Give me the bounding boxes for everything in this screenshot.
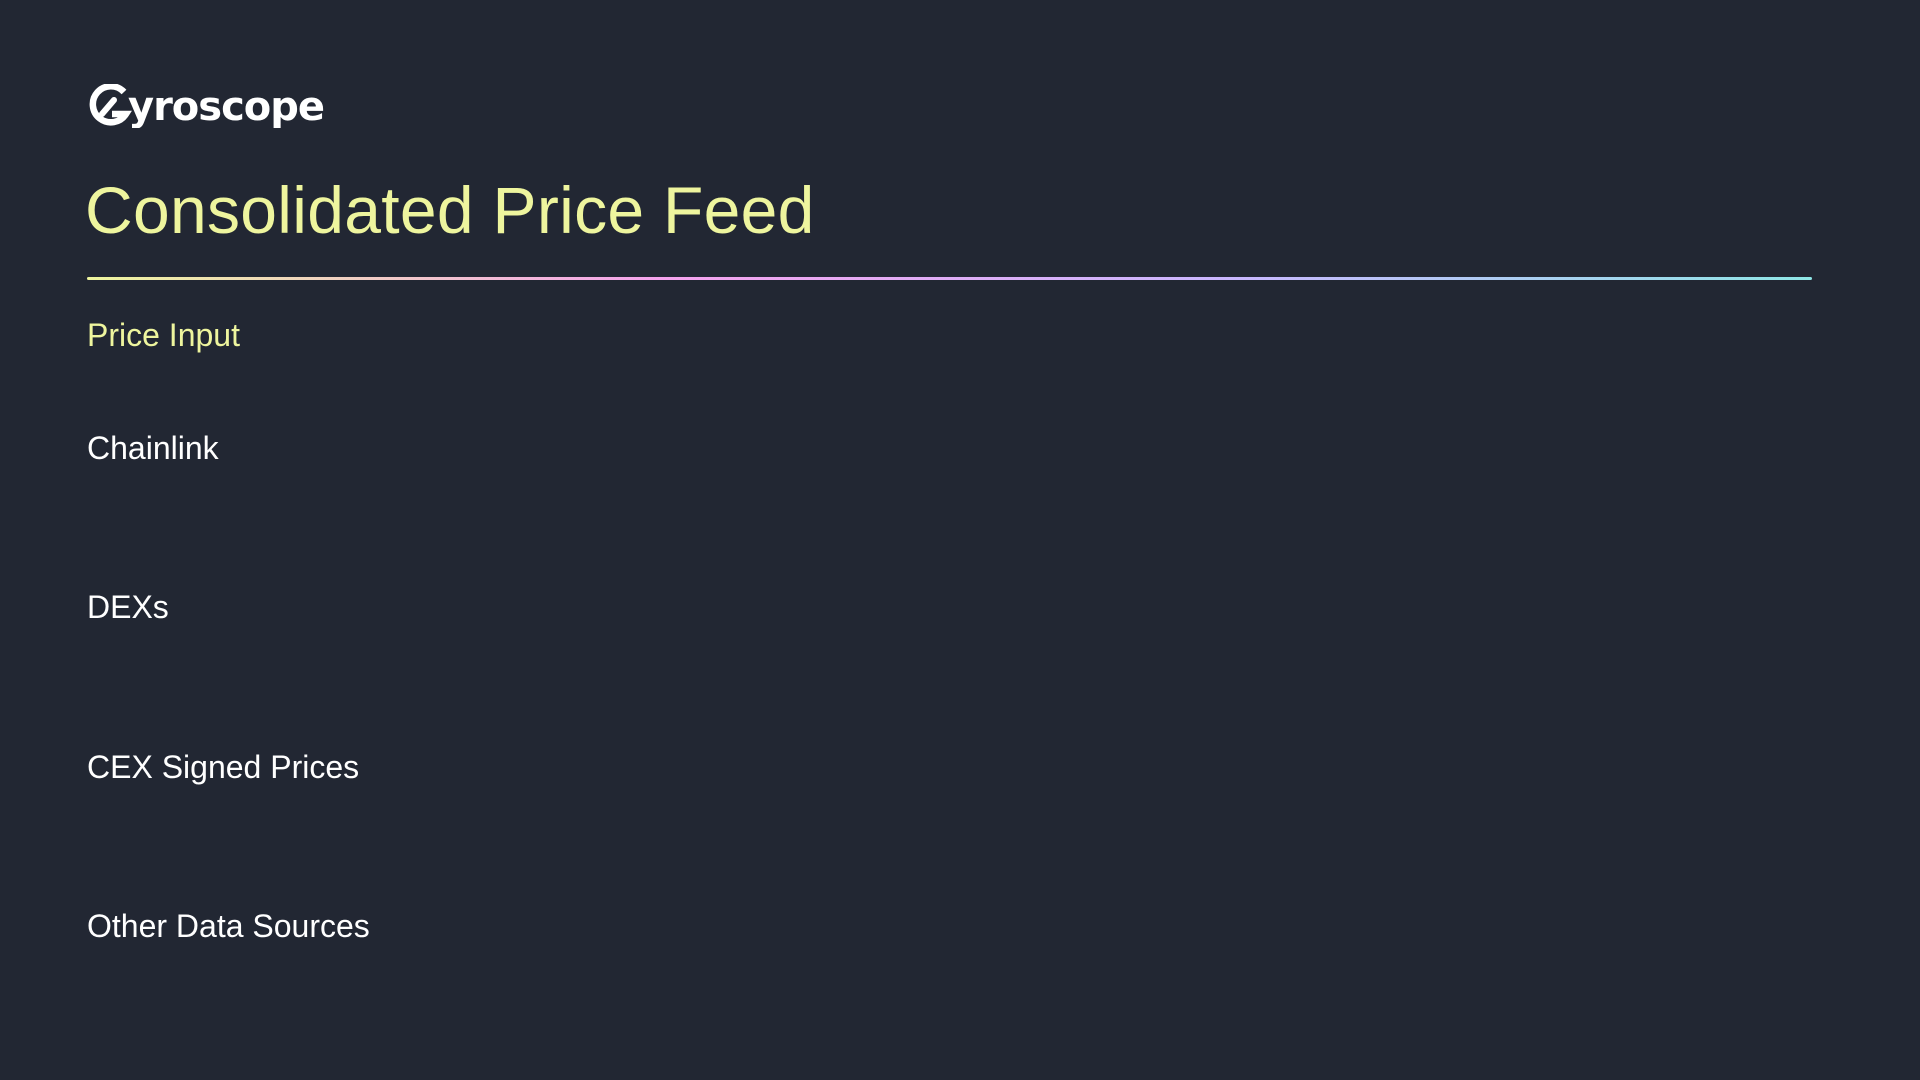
price-source-item: CEX Signed Prices bbox=[87, 749, 360, 785]
slide-title: Consolidated Price Feed bbox=[85, 173, 815, 247]
gyroscope-logo: yroscope bbox=[88, 84, 348, 128]
price-source-item: Chainlink bbox=[87, 430, 219, 466]
slide: yroscope Consolidated Price Feed Price I… bbox=[0, 0, 1920, 1080]
section-label: Price Input bbox=[87, 317, 240, 353]
price-source-item: DEXs bbox=[87, 589, 169, 625]
title-divider bbox=[87, 277, 1812, 280]
price-source-item: Other Data Sources bbox=[87, 908, 370, 944]
svg-text:yroscope: yroscope bbox=[128, 84, 324, 128]
